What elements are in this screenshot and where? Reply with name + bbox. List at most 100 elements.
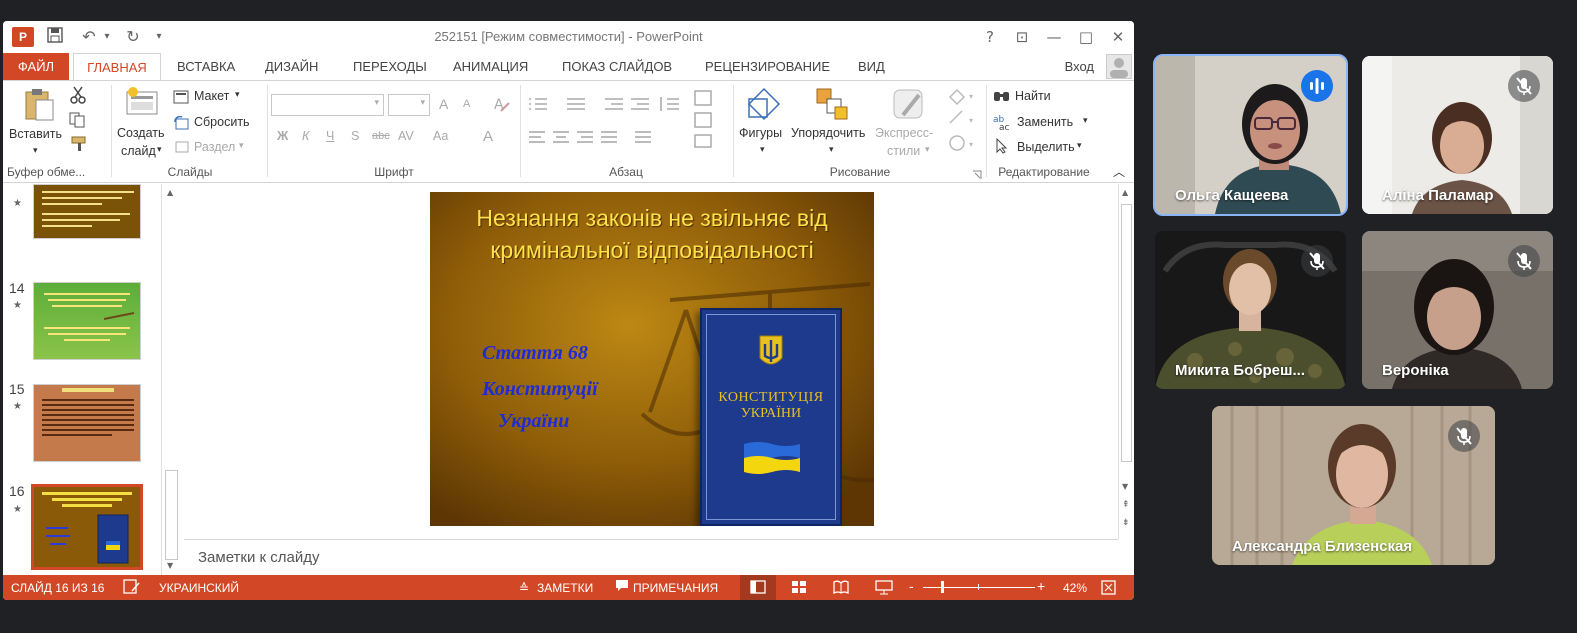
thumbnail-15[interactable] bbox=[33, 384, 141, 462]
strikethrough-button[interactable]: abc bbox=[372, 130, 390, 142]
quick-styles-label-1[interactable]: Экспресс- bbox=[875, 126, 933, 140]
spelling-icon[interactable] bbox=[123, 579, 141, 598]
zoom-slider[interactable] bbox=[923, 581, 1035, 593]
tab-design[interactable]: ДИЗАЙН bbox=[265, 53, 318, 80]
ribbon-display-icon[interactable]: ⊡ bbox=[1011, 26, 1033, 48]
section-dropdown-icon[interactable]: ▾ bbox=[239, 140, 244, 151]
minimize-icon[interactable]: — bbox=[1043, 26, 1065, 48]
language-indicator[interactable]: УКРАИНСКИЙ bbox=[159, 581, 239, 595]
new-slide-icon[interactable] bbox=[125, 86, 159, 120]
paste-icon[interactable] bbox=[23, 87, 55, 125]
participant-tile[interactable]: Микита Бобреш... bbox=[1155, 231, 1346, 389]
comments-icon[interactable] bbox=[615, 579, 629, 596]
find-button[interactable]: Найти bbox=[1015, 89, 1051, 103]
participant-tile[interactable]: Вероніка bbox=[1362, 231, 1553, 389]
reset-button[interactable]: Сбросить bbox=[194, 115, 250, 129]
replace-dropdown-icon[interactable]: ▾ bbox=[1083, 115, 1088, 126]
arrange-button[interactable]: Упорядочить bbox=[791, 126, 865, 140]
scroll-up-arrow-icon[interactable]: ▲ bbox=[1122, 188, 1128, 197]
new-slide-label-1[interactable]: Создать bbox=[117, 126, 165, 140]
account-avatar[interactable] bbox=[1106, 54, 1132, 79]
zoom-level[interactable]: 42% bbox=[1063, 581, 1087, 595]
paste-button[interactable]: Вставить bbox=[9, 127, 62, 141]
replace-button[interactable]: Заменить bbox=[1017, 115, 1073, 129]
tab-view[interactable]: ВИД bbox=[858, 53, 885, 80]
scroll-down-arrow-icon[interactable]: ▼ bbox=[1122, 482, 1128, 491]
paste-dropdown-icon[interactable]: ▾ bbox=[33, 145, 38, 156]
change-case-button[interactable]: Aa bbox=[433, 129, 448, 143]
clear-formatting-icon[interactable]: A bbox=[493, 95, 511, 117]
previous-slide-icon[interactable]: ⇞ bbox=[1122, 500, 1130, 510]
shrink-font-button[interactable]: A bbox=[463, 98, 470, 110]
format-painter-icon[interactable] bbox=[71, 136, 89, 156]
thumbnail-16[interactable] bbox=[31, 484, 143, 570]
shadow-button[interactable]: S bbox=[351, 129, 359, 143]
reading-view-icon[interactable] bbox=[833, 580, 849, 597]
tab-review[interactable]: РЕЦЕНЗИРОВАНИЕ bbox=[705, 53, 830, 80]
notes-toggle-button[interactable]: ЗАМЕТКИ bbox=[537, 581, 593, 595]
collapse-ribbon-icon[interactable]: ︿ bbox=[1113, 163, 1125, 180]
tab-home[interactable]: ГЛАВНАЯ bbox=[73, 53, 161, 81]
quick-styles-label-2[interactable]: стили bbox=[887, 144, 920, 158]
thumbnail-14[interactable] bbox=[33, 282, 141, 360]
zoom-in-icon[interactable]: + bbox=[1037, 578, 1045, 594]
tab-slideshow[interactable]: ПОКАЗ СЛАЙДОВ bbox=[562, 53, 672, 80]
fit-to-window-icon[interactable] bbox=[1101, 580, 1116, 598]
signin-link[interactable]: Вход bbox=[1065, 59, 1094, 74]
participant-tile[interactable]: Аліна Паламар bbox=[1362, 56, 1553, 214]
char-spacing-button[interactable]: AV bbox=[398, 129, 414, 143]
new-slide-label-2[interactable]: слайд bbox=[121, 144, 156, 158]
tab-transitions[interactable]: ПЕРЕХОДЫ bbox=[353, 53, 427, 80]
layout-dropdown-icon[interactable]: ▾ bbox=[235, 89, 240, 100]
select-button[interactable]: Выделить bbox=[1017, 140, 1075, 154]
tab-insert[interactable]: ВСТАВКА bbox=[177, 53, 235, 80]
help-icon[interactable]: ? bbox=[979, 26, 1001, 48]
slideshow-icon[interactable] bbox=[875, 580, 893, 598]
next-slide-icon[interactable]: ⇟ bbox=[1122, 518, 1130, 528]
quick-styles-icon[interactable] bbox=[891, 87, 927, 127]
select-dropdown-icon[interactable]: ▾ bbox=[1077, 140, 1082, 151]
new-slide-dropdown-icon[interactable]: ▾ bbox=[157, 144, 162, 155]
grow-font-button[interactable]: A bbox=[439, 96, 448, 112]
notes-pane[interactable]: Заметки к слайду bbox=[184, 539, 1118, 575]
drawing-dialog-launcher-icon[interactable] bbox=[972, 165, 982, 184]
slide-sorter-icon[interactable] bbox=[791, 580, 807, 597]
normal-view-button[interactable] bbox=[740, 575, 776, 600]
arrange-dropdown-icon[interactable]: ▾ bbox=[829, 144, 834, 155]
underline-button[interactable]: Ч bbox=[326, 129, 334, 143]
shape-fill-icon[interactable]: ▾ ▾ ▾ bbox=[947, 87, 977, 161]
tab-animations[interactable]: АНИМАЦИЯ bbox=[453, 53, 528, 80]
current-slide[interactable]: Незнання законів не звільняє від криміна… bbox=[430, 192, 874, 526]
close-icon[interactable]: ✕ bbox=[1107, 26, 1129, 48]
quick-styles-dropdown-icon[interactable]: ▾ bbox=[925, 144, 930, 155]
zoom-out-icon[interactable]: - bbox=[909, 578, 914, 594]
text-direction-icon[interactable] bbox=[693, 89, 717, 153]
font-name-select[interactable]: ▾ bbox=[271, 94, 384, 116]
cut-icon[interactable] bbox=[69, 86, 87, 108]
editor-scroll-thumb[interactable] bbox=[1121, 204, 1132, 462]
participant-tile[interactable]: Ольга Кащеева bbox=[1153, 54, 1348, 216]
section-button[interactable]: Раздел bbox=[194, 140, 235, 154]
participant-tile[interactable]: Александра Близенская bbox=[1212, 406, 1495, 565]
comments-toggle-button[interactable]: ПРИМЕЧАНИЯ bbox=[633, 581, 718, 595]
shapes-dropdown-icon[interactable]: ▾ bbox=[760, 144, 765, 155]
maximize-icon[interactable]: □ bbox=[1075, 26, 1097, 48]
copy-icon[interactable] bbox=[69, 112, 87, 132]
scroll-down-arrow-icon[interactable]: ▼ bbox=[167, 561, 173, 570]
shapes-icon[interactable] bbox=[747, 87, 781, 125]
scroll-thumb[interactable] bbox=[165, 470, 178, 560]
bold-button[interactable]: Ж bbox=[277, 129, 288, 143]
arrange-icon[interactable] bbox=[815, 87, 849, 125]
thumbnail-scrollbar[interactable]: ▲ ▼ bbox=[161, 184, 181, 575]
italic-button[interactable]: К bbox=[302, 129, 309, 143]
shapes-button[interactable]: Фигуры bbox=[739, 126, 782, 140]
scroll-up-arrow-icon[interactable]: ▲ bbox=[167, 188, 173, 197]
notes-toggle-icon[interactable]: ≙ bbox=[519, 581, 529, 595]
editor-scrollbar[interactable]: ▲ ▼ ⇞ ⇟ bbox=[1118, 184, 1134, 539]
layout-button[interactable]: Макет bbox=[194, 89, 229, 103]
thumbnail-13[interactable] bbox=[33, 184, 141, 239]
zoom-slider-thumb[interactable] bbox=[941, 581, 944, 593]
font-size-select[interactable]: ▾ bbox=[388, 94, 430, 116]
font-color-button[interactable]: A bbox=[483, 128, 493, 145]
tab-file[interactable]: ФАЙЛ bbox=[3, 53, 69, 80]
